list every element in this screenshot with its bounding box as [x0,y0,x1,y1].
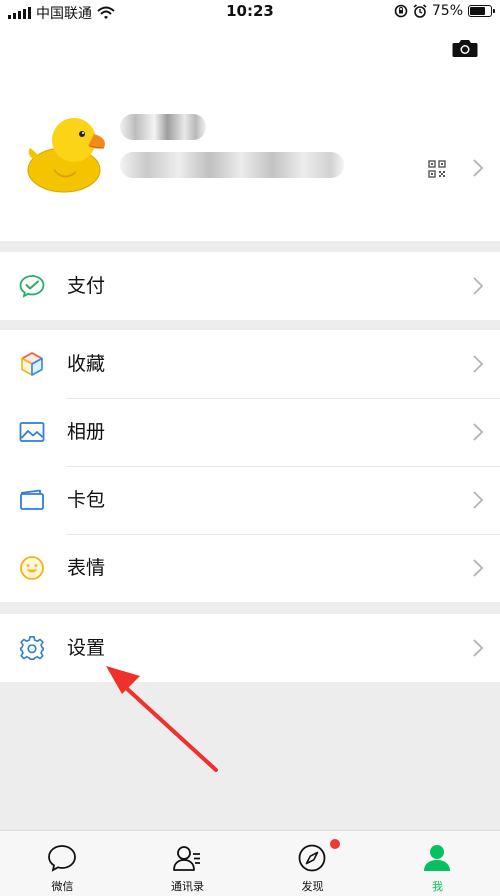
tab-label-discover: 发现 [301,880,324,893]
chevron-right-icon [473,639,484,657]
menu-label-stickers: 表情 [67,557,106,579]
chevron-right-icon [473,491,484,509]
menu-group-settings: 设置 [0,614,500,682]
wechat-id-blurred [120,152,344,178]
alarm-icon [413,4,427,18]
tab-chats[interactable]: 微信 [0,831,125,896]
menu-label-album: 相册 [67,421,106,443]
contacts-icon [173,846,200,871]
menu-label-pay: 支付 [67,275,106,297]
menu-item-cards[interactable]: 卡包 [0,466,500,534]
chevron-right-icon [473,559,484,577]
chevron-right-icon [473,355,484,373]
menu-group-pay: 支付 [0,252,500,320]
menu-label-settings: 设置 [67,637,106,659]
menu-item-settings[interactable]: 设置 [0,614,500,682]
menu-item-favorites[interactable]: 收藏 [0,330,500,398]
cube-icon [21,352,43,376]
smile-icon [20,556,44,580]
status-right: 75% [394,3,495,19]
menu-label-favorites: 收藏 [67,353,106,375]
chevron-right-icon [473,159,484,177]
battery-percent: 75% [431,3,463,19]
battery-icon [468,5,495,17]
duck-avatar[interactable] [24,108,110,194]
menu-group-services: 收藏 相册 卡包 表情 [0,330,500,602]
menu-item-album[interactable]: 相册 [0,398,500,466]
profile-header[interactable] [0,24,500,241]
tab-discover[interactable]: 发现 [250,831,375,896]
image-icon [19,422,45,442]
tab-label-me: 我 [432,880,443,893]
qr-code-icon[interactable] [428,160,446,178]
menu-label-cards: 卡包 [67,489,106,511]
gear-icon [20,636,44,660]
tab-contacts[interactable]: 通讯录 [125,831,250,896]
card-icon [20,489,44,510]
menu-item-stickers[interactable]: 表情 [0,534,500,602]
chat-bubble-icon [48,845,76,872]
tab-me[interactable]: 我 [375,831,500,896]
wechat-pay-icon [19,275,45,298]
nickname-blurred [120,114,206,140]
discover-badge [330,839,340,849]
chevron-right-icon [473,423,484,441]
camera-icon[interactable] [452,38,478,58]
compass-icon [298,844,326,872]
chevron-right-icon [473,277,484,295]
tab-label-chats: 微信 [51,880,74,893]
bottom-tab-bar: 微信 通讯录 发现 我 [0,830,500,896]
rotation-lock-icon [394,4,408,18]
tab-label-contacts: 通讯录 [171,880,204,893]
person-icon [424,845,450,871]
menu-item-pay[interactable]: 支付 [0,252,500,320]
status-bar: 中国联通 10:23 75% [0,0,500,24]
